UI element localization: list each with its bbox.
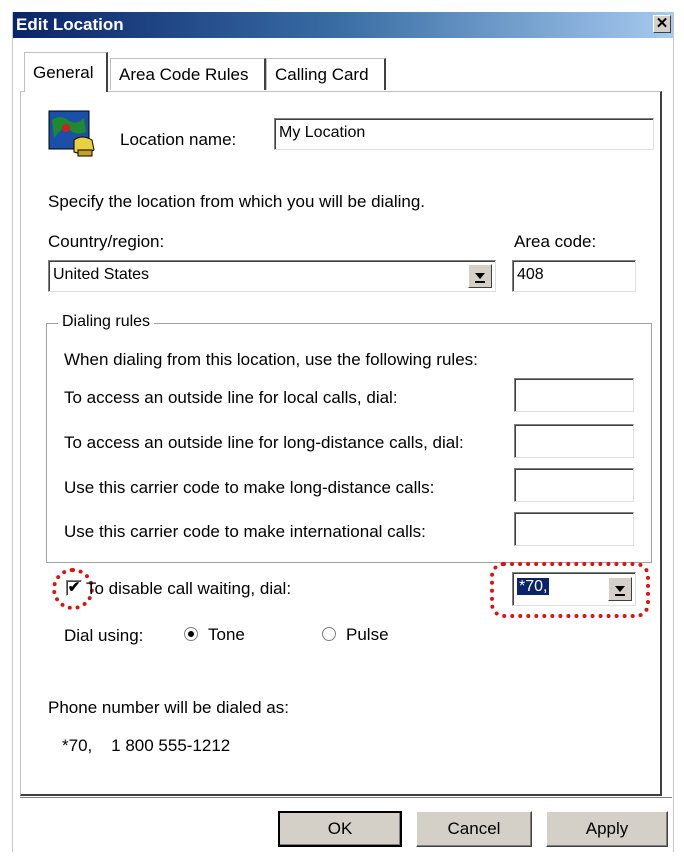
- apply-button[interactable]: Apply: [546, 811, 668, 847]
- button-separator: [20, 797, 672, 798]
- area-code-input[interactable]: 408: [512, 260, 636, 292]
- country-region-value: United States: [53, 266, 150, 283]
- title-bar: Edit Location ✕: [13, 12, 673, 38]
- international-carrier-input[interactable]: [514, 512, 634, 546]
- country-region-select[interactable]: United States: [48, 260, 496, 292]
- long-distance-carrier-label: Use this carrier code to make long-dista…: [64, 478, 435, 497]
- cancel-button[interactable]: Cancel: [416, 811, 532, 847]
- phone-number-label: Phone number will be dialed as:: [48, 698, 289, 717]
- international-carrier-label: Use this carrier code to make internatio…: [64, 522, 426, 541]
- long-distance-carrier-input[interactable]: [514, 468, 634, 502]
- country-dropdown-button[interactable]: [468, 264, 492, 288]
- local-calls-label: To access an outside line for local call…: [64, 388, 398, 407]
- location-name-input[interactable]: My Location: [274, 118, 654, 150]
- area-code-label: Area code:: [514, 232, 597, 251]
- tone-radio[interactable]: [184, 627, 198, 641]
- select-highlight-outline: [490, 562, 650, 618]
- location-map-icon: [48, 110, 95, 157]
- close-button[interactable]: ✕: [653, 15, 671, 33]
- specify-instruction: Specify the location from which you will…: [48, 192, 426, 211]
- ok-button[interactable]: OK: [278, 811, 402, 847]
- tab-area-code-rules[interactable]: Area Code Rules: [110, 58, 266, 90]
- dialing-rules-intro: When dialing from this location, use the…: [64, 350, 478, 369]
- local-calls-input[interactable]: [514, 378, 634, 412]
- country-region-label: Country/region:: [48, 232, 165, 251]
- long-distance-line-label: To access an outside line for long-dista…: [64, 433, 464, 452]
- location-name-label: Location name:: [120, 130, 237, 149]
- dial-using-label: Dial using:: [64, 626, 144, 645]
- phone-number-value: *70, 1 800 555-1212: [62, 736, 231, 755]
- pulse-label: Pulse: [346, 625, 389, 644]
- call-waiting-label: To disable call waiting, dial:: [86, 579, 292, 598]
- dialing-rules-title: Dialing rules: [58, 313, 155, 331]
- pulse-radio[interactable]: [322, 627, 336, 641]
- window-title: Edit Location: [16, 15, 124, 34]
- long-distance-line-input[interactable]: [514, 424, 634, 458]
- tab-calling-card[interactable]: Calling Card: [266, 58, 386, 90]
- tone-label: Tone: [208, 625, 245, 644]
- tab-general[interactable]: General: [24, 52, 108, 92]
